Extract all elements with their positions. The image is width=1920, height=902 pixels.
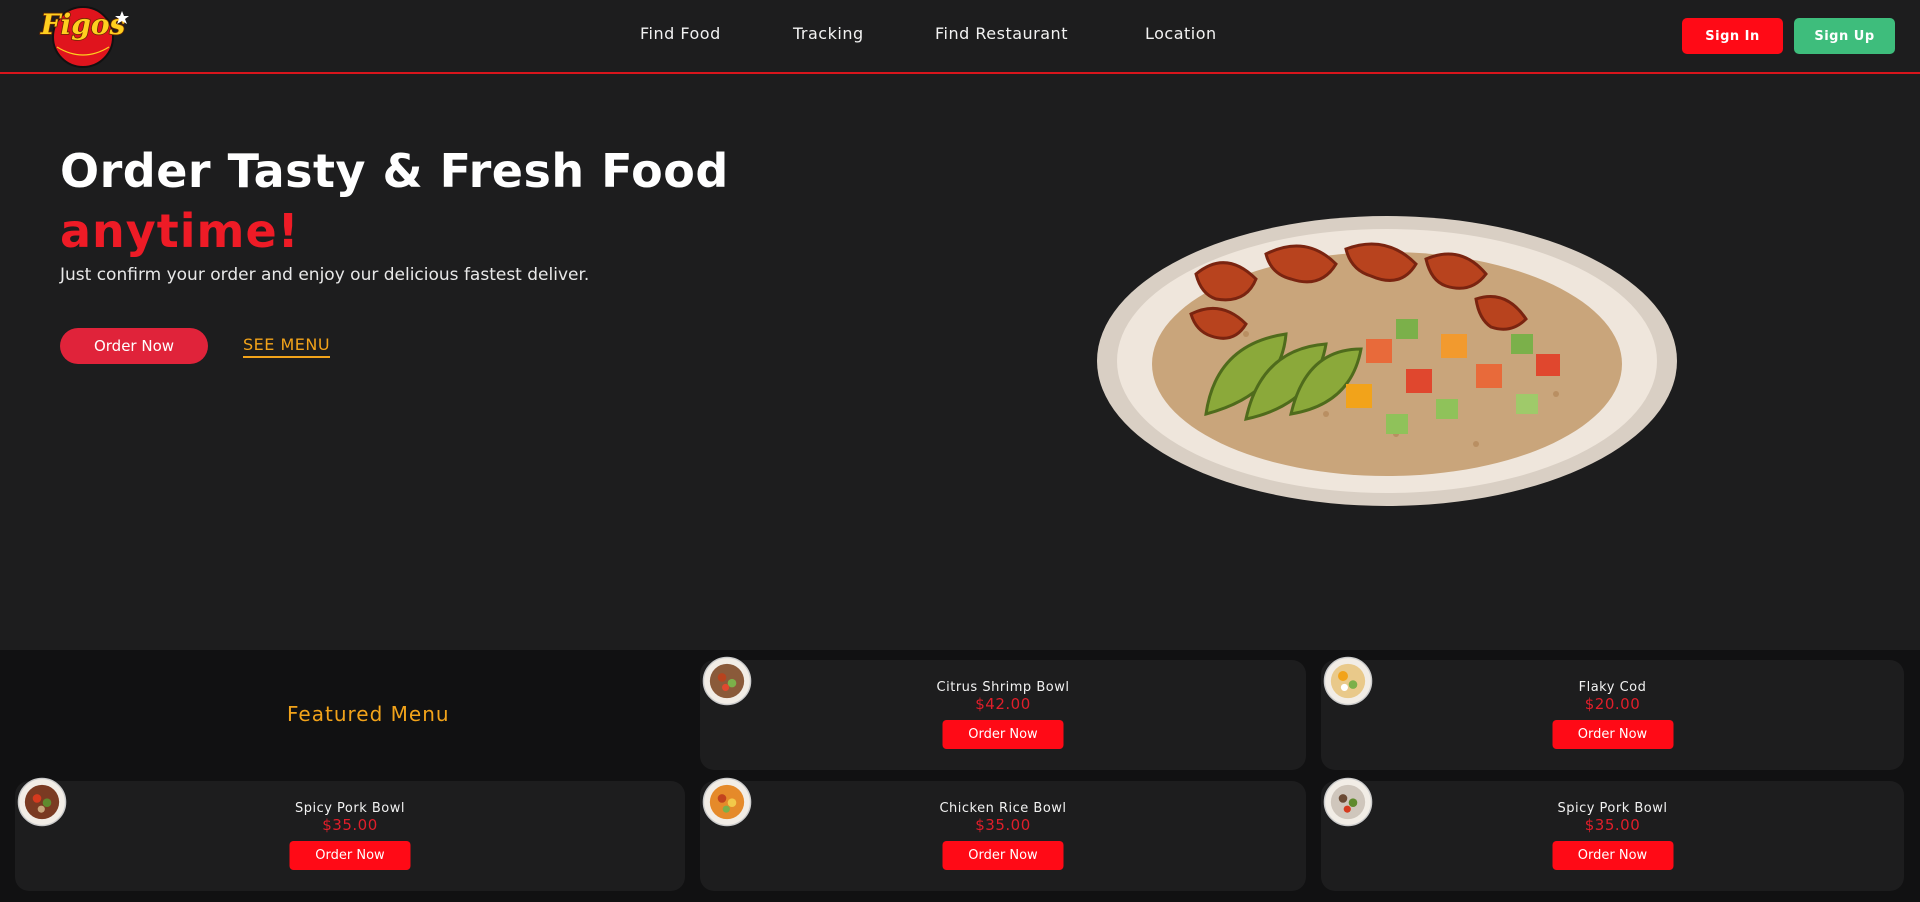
hero-subtitle: Just confirm your order and enjoy our de… <box>60 265 590 285</box>
dish-name: Spicy Pork Bowl <box>1557 801 1668 816</box>
dish-price: $35.00 <box>322 816 378 834</box>
dish-price: $35.00 <box>1584 816 1641 834</box>
dish-name: Citrus Shrimp Bowl <box>936 680 1070 695</box>
featured-menu-title: Featured Menu <box>287 702 450 726</box>
dish-name: Chicken Rice Bowl <box>939 801 1067 816</box>
nav-find-food[interactable]: Find Food <box>640 24 721 43</box>
sign-up-button[interactable]: Sign Up <box>1794 18 1895 54</box>
hero-section: Order Tasty & Fresh Food anytime! Just c… <box>0 74 1920 650</box>
featured-menu-section: Featured Menu Citrus Shrimp Bowl $42.00 … <box>0 650 1920 902</box>
site-header: Figos Find Food Tracking Find Restaurant… <box>0 0 1920 74</box>
dish-price: $42.00 <box>975 695 1031 713</box>
menu-card-flaky-cod[interactable]: Flaky Cod $20.00 Order Now <box>1321 656 1904 770</box>
order-now-button[interactable]: Order Now <box>942 841 1064 870</box>
order-now-button[interactable]: Order Now <box>289 841 411 870</box>
menu-card-spicy-pork-bowl-2[interactable]: Spicy Pork Bowl $35.00 Order Now <box>1321 777 1904 891</box>
food-plate-image <box>1097 216 1677 506</box>
svg-text:Figos: Figos <box>40 8 126 41</box>
dish-name: Flaky Cod <box>1578 680 1647 695</box>
menu-card-spicy-pork-bowl[interactable]: Spicy Pork Bowl $35.00 Order Now <box>15 777 685 891</box>
main-nav: Find Food Tracking Find Restaurant Locat… <box>0 0 1920 72</box>
sign-in-button[interactable]: Sign In <box>1682 18 1783 54</box>
nav-find-restaurant[interactable]: Find Restaurant <box>935 24 1068 43</box>
hero-title: Order Tasty & Fresh Food <box>60 144 729 198</box>
figos-logo[interactable]: Figos <box>27 3 145 68</box>
order-now-button[interactable]: Order Now <box>1552 841 1673 870</box>
see-menu-link[interactable]: SEE MENU <box>243 335 331 358</box>
menu-card-citrus-shrimp-bowl[interactable]: Citrus Shrimp Bowl $42.00 Order Now <box>700 656 1306 770</box>
dish-price: $35.00 <box>975 816 1031 834</box>
dish-name: Spicy Pork Bowl <box>294 801 406 816</box>
nav-tracking[interactable]: Tracking <box>793 24 864 43</box>
hero-accent: anytime! <box>60 204 300 258</box>
dish-price: $20.00 <box>1584 695 1641 713</box>
order-now-button[interactable]: Order Now <box>1552 720 1673 749</box>
order-now-button[interactable]: Order Now <box>942 720 1064 749</box>
hero-order-button[interactable]: Order Now <box>60 328 208 364</box>
nav-location[interactable]: Location <box>1145 24 1217 43</box>
menu-card-chicken-rice-bowl[interactable]: Chicken Rice Bowl $35.00 Order Now <box>700 777 1306 891</box>
